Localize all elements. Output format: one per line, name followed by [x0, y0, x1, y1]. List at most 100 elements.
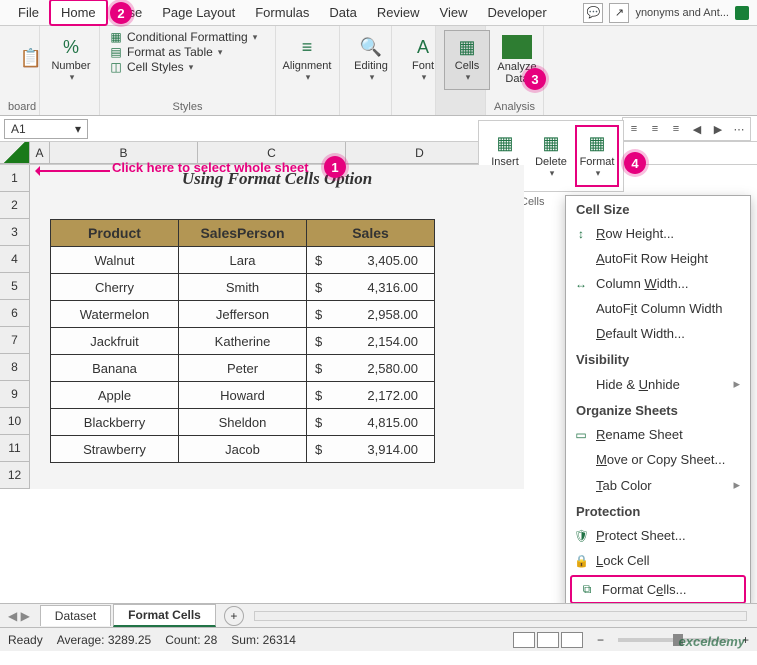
submenu-arrow-icon: ▸ [733, 477, 740, 493]
row-head-10[interactable]: 10 [0, 408, 30, 435]
table-row[interactable]: BananaPeter$2,580.00 [51, 355, 435, 382]
row-head-5[interactable]: 5 [0, 273, 30, 300]
view-normal-button[interactable] [513, 632, 535, 648]
tab-review[interactable]: Review [367, 1, 430, 24]
delete-cells-button[interactable]: ▦Delete [529, 125, 573, 187]
menu-column-width[interactable]: ↔Column Width...Column Width... [566, 271, 750, 296]
menu-default-width[interactable]: Default Width...Default Width... [566, 321, 750, 346]
col-head-d[interactable]: D [346, 142, 494, 164]
cell-styles-button[interactable]: ◫Cell Styles [108, 60, 267, 74]
tab-data[interactable]: Data [319, 1, 366, 24]
menu-heading-organize: Organize Sheets [566, 397, 750, 422]
align-right-icon[interactable]: ≡ [667, 120, 685, 138]
row-head-12[interactable]: 12 [0, 462, 30, 489]
name-box[interactable]: A1▾ [4, 119, 88, 139]
row-head-7[interactable]: 7 [0, 327, 30, 354]
data-table: Product SalesPerson Sales WalnutLara$3,4… [50, 219, 435, 463]
watermark: exceldemy [679, 634, 746, 649]
conditional-formatting-button[interactable]: ▦Conditional Formatting [108, 30, 267, 44]
menu-hide-unhide[interactable]: Hide & UnhideHide & Unhide▸ [566, 371, 750, 397]
select-all-corner[interactable] [0, 142, 30, 164]
status-bar: Ready Average: 3289.25 Count: 28 Sum: 26… [0, 627, 757, 651]
table-row[interactable]: StrawberryJacob$3,914.00 [51, 436, 435, 463]
menu-heading-cellsize: Cell Size [566, 196, 750, 221]
annotation-select-all-text: Click here to select whole sheet [112, 160, 309, 175]
menu-move-copy[interactable]: Move or Copy Sheet...Move or Copy Sheet.… [566, 447, 750, 472]
row-height-icon: ↕ [574, 227, 588, 241]
ribbon: 📋 board %Number ▦Conditional Formatting … [0, 26, 757, 116]
row-head-2[interactable]: 2 [0, 192, 30, 219]
protect-icon: 🛡 [574, 529, 588, 543]
comments-icon[interactable]: 💬 [583, 3, 603, 23]
status-count: Count: 28 [165, 633, 217, 647]
menu-rename-sheet[interactable]: ▭Rename SheetRename Sheet [566, 422, 750, 447]
row-head-9[interactable]: 9 [0, 381, 30, 408]
status-average: Average: 3289.25 [57, 633, 152, 647]
th-salesperson: SalesPerson [179, 220, 307, 247]
zoom-minus[interactable]: − [597, 633, 604, 647]
sheet-tab-bar: ◀ ▶ Dataset Format Cells + [0, 603, 757, 627]
table-row[interactable]: AppleHoward$2,172.00 [51, 382, 435, 409]
menu-format-cells[interactable]: ⧉Format Cells...Format Cells... [570, 575, 746, 604]
menu-lock-cell[interactable]: 🔒Lock CellLock Cell [566, 548, 750, 573]
horizontal-scrollbar[interactable] [254, 611, 747, 621]
menu-tab-color[interactable]: Tab ColorTab Color▸ [566, 472, 750, 498]
table-row[interactable]: JackfruitKatherine$2,154.00 [51, 328, 435, 355]
row-head-4[interactable]: 4 [0, 246, 30, 273]
rename-icon: ▭ [574, 428, 588, 442]
menu-protect-sheet[interactable]: 🛡Protect Sheet...Protect Sheet... [566, 523, 750, 548]
menu-autofit-row[interactable]: AutoFit Row HeightAutoFit Row Height [566, 246, 750, 271]
tab-file[interactable]: File [8, 1, 49, 24]
indent-left-icon[interactable]: ◀ [688, 120, 706, 138]
col-width-icon: ↔ [574, 277, 588, 291]
row-head-1[interactable]: 1 [0, 165, 30, 192]
table-row[interactable]: WalnutLara$3,405.00 [51, 247, 435, 274]
tab-page-layout[interactable]: Page Layout [152, 1, 245, 24]
annotation-1: 1 [324, 156, 346, 178]
row-head-3[interactable]: 3 [0, 219, 30, 246]
table-row[interactable]: WatermelonJefferson$2,958.00 [51, 301, 435, 328]
menu-autofit-col[interactable]: AutoFit Column WidthAutoFit Column Width [566, 296, 750, 321]
align-left-icon[interactable]: ≡ [625, 120, 643, 138]
styles-label: Styles [108, 101, 267, 113]
title-remnant: ynonyms and Ant... [635, 7, 729, 19]
indent-right-icon[interactable]: ▶ [709, 120, 727, 138]
share-icon[interactable]: ↗ [609, 3, 629, 23]
row-head-8[interactable]: 8 [0, 354, 30, 381]
sheet-tab-dataset[interactable]: Dataset [40, 605, 111, 626]
format-cells-icon: ⧉ [580, 582, 594, 597]
format-as-table-button[interactable]: ▤Format as Table [108, 45, 267, 59]
format-cells-button[interactable]: ▦Format [575, 125, 619, 187]
clipboard-label: board [8, 101, 31, 113]
lock-icon: 🔒 [574, 554, 588, 568]
analyze-icon [502, 35, 532, 59]
tab-view[interactable]: View [430, 1, 478, 24]
annotation-3: 3 [524, 68, 546, 90]
tab-developer[interactable]: Developer [477, 1, 556, 24]
chevron-down-icon: ▾ [75, 122, 81, 136]
tab-formulas[interactable]: Formulas [245, 1, 319, 24]
cells-button[interactable]: ▦Cells [444, 30, 490, 90]
editing-button[interactable]: 🔍Editing [348, 30, 394, 90]
status-sum: Sum: 26314 [231, 633, 296, 647]
sheet-nav[interactable]: ◀ ▶ [0, 609, 38, 623]
analysis-label: Analysis [494, 101, 535, 113]
view-pagelayout-button[interactable] [537, 632, 559, 648]
alignment-button[interactable]: ≡Alignment [284, 30, 330, 90]
align-center-icon[interactable]: ≡ [646, 120, 664, 138]
mini-toolbar: ≡ ≡ ≡ ◀ ▶ ⋯ [622, 117, 751, 141]
table-row[interactable]: BlackberrySheldon$4,815.00 [51, 409, 435, 436]
col-head-a[interactable]: A [30, 142, 50, 164]
sheet-tab-formatcells[interactable]: Format Cells [113, 604, 216, 627]
status-ready: Ready [8, 633, 43, 647]
row-head-6[interactable]: 6 [0, 300, 30, 327]
tab-home[interactable]: Home [49, 0, 108, 26]
add-sheet-button[interactable]: + [224, 606, 244, 626]
view-pagebreak-button[interactable] [561, 632, 583, 648]
menu-row-height[interactable]: ↕Row Row Height...Height... [566, 221, 750, 246]
table-row[interactable]: CherrySmith$4,316.00 [51, 274, 435, 301]
row-head-11[interactable]: 11 [0, 435, 30, 462]
number-button[interactable]: %Number [48, 30, 94, 90]
format-context-menu: Cell Size ↕Row Row Height...Height... Au… [565, 195, 751, 607]
more-icon[interactable]: ⋯ [730, 120, 748, 138]
